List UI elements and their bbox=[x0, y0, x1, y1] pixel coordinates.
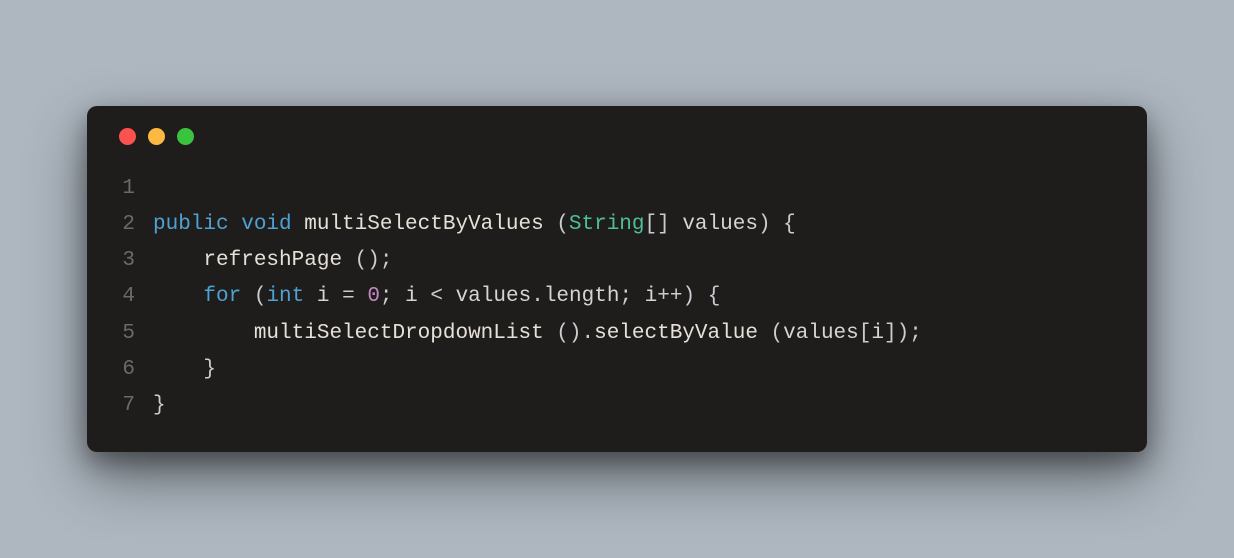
line-number: 5 bbox=[115, 316, 153, 352]
code-source: public void multiSelectByValues (String[… bbox=[153, 207, 796, 243]
code-token: < bbox=[430, 285, 455, 308]
code-block: 12public void multiSelectByValues (Strin… bbox=[115, 171, 1119, 424]
code-token: for bbox=[203, 285, 253, 308]
code-source: refreshPage (); bbox=[153, 243, 392, 279]
code-token: (); bbox=[355, 249, 393, 272]
code-token: multiSelectByValues bbox=[304, 213, 556, 236]
close-icon[interactable] bbox=[119, 128, 136, 145]
code-token: int bbox=[266, 285, 316, 308]
line-number: 2 bbox=[115, 207, 153, 243]
code-line: 4 for (int i = 0; i < values.length; i++… bbox=[115, 279, 1119, 315]
code-token: } bbox=[153, 358, 216, 381]
code-token: ]); bbox=[884, 322, 922, 345]
code-token: } bbox=[153, 394, 166, 417]
editor-window: 12public void multiSelectByValues (Strin… bbox=[87, 106, 1147, 452]
code-token: i bbox=[645, 285, 658, 308]
code-token: multiSelectDropdownList bbox=[254, 322, 556, 345]
code-line: 7} bbox=[115, 388, 1119, 424]
minimize-icon[interactable] bbox=[148, 128, 165, 145]
code-token bbox=[153, 285, 203, 308]
code-token bbox=[153, 249, 203, 272]
code-source: for (int i = 0; i < values.length; i++) … bbox=[153, 279, 720, 315]
code-source: } bbox=[153, 352, 216, 388]
code-token: [] bbox=[645, 213, 683, 236]
code-token: ( bbox=[254, 285, 267, 308]
line-number: 3 bbox=[115, 243, 153, 279]
code-token: i bbox=[871, 322, 884, 345]
code-token: values bbox=[783, 322, 859, 345]
code-token: ; bbox=[380, 285, 405, 308]
code-token: (). bbox=[556, 322, 594, 345]
code-token: ++ bbox=[657, 285, 682, 308]
code-line: 6 } bbox=[115, 352, 1119, 388]
code-token: [ bbox=[859, 322, 872, 345]
code-token: ( bbox=[556, 213, 569, 236]
line-number: 1 bbox=[115, 171, 153, 207]
code-token: ) { bbox=[682, 285, 720, 308]
code-token: ) { bbox=[758, 213, 796, 236]
code-source: } bbox=[153, 388, 166, 424]
code-token: ( bbox=[771, 322, 784, 345]
code-token: i bbox=[317, 285, 342, 308]
code-token: = bbox=[342, 285, 367, 308]
code-token: ; bbox=[619, 285, 644, 308]
zoom-icon[interactable] bbox=[177, 128, 194, 145]
code-line: 2public void multiSelectByValues (String… bbox=[115, 207, 1119, 243]
code-token: void bbox=[241, 213, 304, 236]
code-token: i bbox=[405, 285, 430, 308]
code-token: String bbox=[569, 213, 645, 236]
code-token: length bbox=[544, 285, 620, 308]
code-token: 0 bbox=[367, 285, 380, 308]
code-line: 3 refreshPage (); bbox=[115, 243, 1119, 279]
code-token: selectByValue bbox=[594, 322, 770, 345]
line-number: 7 bbox=[115, 388, 153, 424]
line-number: 4 bbox=[115, 279, 153, 315]
code-source: multiSelectDropdownList ().selectByValue… bbox=[153, 316, 922, 352]
code-line: 5 multiSelectDropdownList ().selectByVal… bbox=[115, 316, 1119, 352]
window-controls bbox=[119, 128, 1119, 145]
code-line: 1 bbox=[115, 171, 1119, 207]
code-token: values bbox=[456, 285, 532, 308]
code-token: values bbox=[682, 213, 758, 236]
line-number: 6 bbox=[115, 352, 153, 388]
code-token: public bbox=[153, 213, 241, 236]
code-token: refreshPage bbox=[203, 249, 354, 272]
code-token bbox=[153, 322, 254, 345]
code-token: . bbox=[531, 285, 544, 308]
